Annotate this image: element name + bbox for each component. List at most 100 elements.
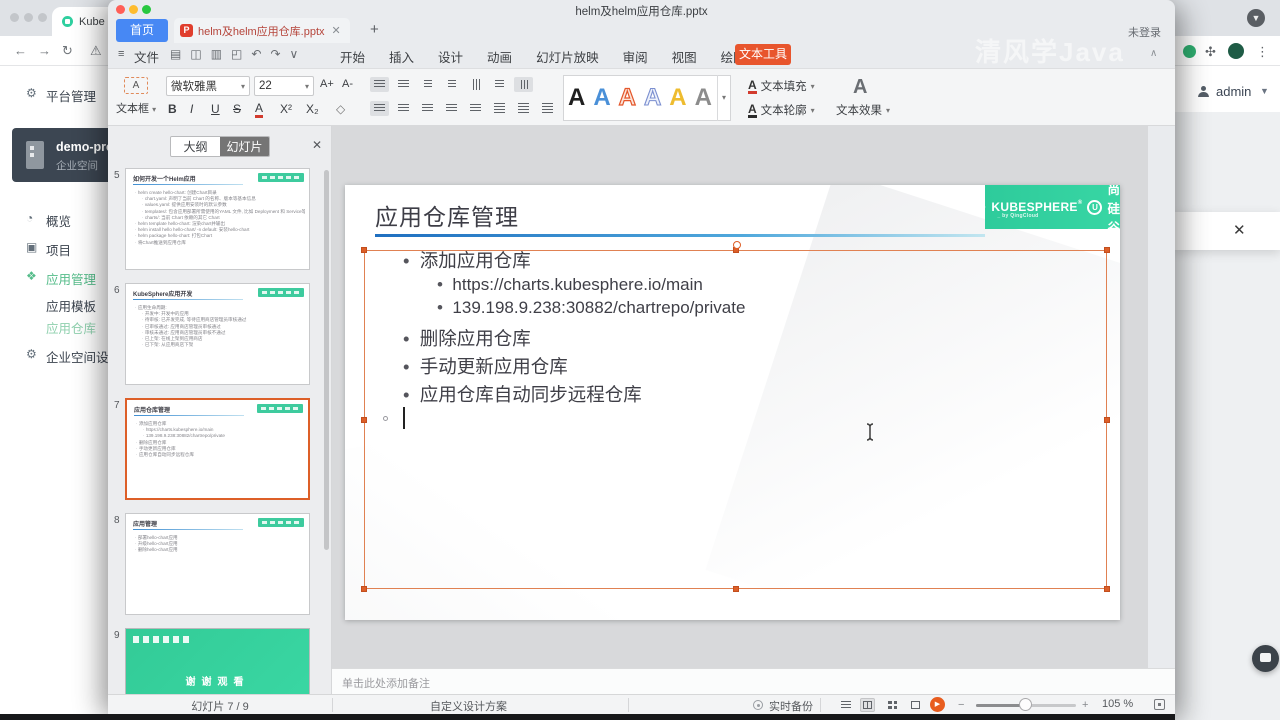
notes-bar[interactable]: 单击此处添加备注 [332,668,1175,694]
text-outline-button[interactable]: A 文本轮廓 ▾ [748,102,815,118]
paragraph-mark-button[interactable] [490,77,509,92]
slideshow-play-button[interactable]: ▶ [930,697,945,712]
slide-title[interactable]: 应用仓库管理 [375,198,519,232]
menu-file[interactable]: 文件 [134,47,159,66]
zoom-out-button[interactable]: − [958,699,964,711]
slide-thumbnail-8[interactable]: 应用管理 部署hello-chart应用 升级hello-chart应用 删除h… [125,513,310,615]
sidebar-item-app-repos[interactable]: 应用仓库 [46,318,96,337]
tab-insert[interactable]: 插入 [389,47,414,66]
back-icon[interactable]: ← [14,43,27,58]
style-option[interactable]: A [568,84,585,112]
font-size-select[interactable]: 22 ▾ [254,76,314,96]
reading-view-icon[interactable] [908,698,923,712]
sidebar-item-overview[interactable]: 概览 [46,211,71,230]
gallery-scroll[interactable]: ▾ [717,75,730,121]
style-option[interactable]: A [669,84,686,112]
superscript-button[interactable]: X² [280,102,292,116]
resize-handle[interactable] [1104,417,1110,423]
tab-slideshow[interactable]: 幻灯片放映 [536,47,599,66]
design-scheme-button[interactable]: 自定义设计方案 [430,698,507,714]
browser-menu-icon[interactable]: ⋮ [1256,44,1269,60]
slide-thumbnail-7-selected[interactable]: 应用仓库管理 添加应用仓库 https://charts.kubesphere.… [125,398,310,500]
panel-scrollbar[interactable] [324,170,329,550]
forward-icon[interactable]: → [38,43,51,58]
preview-icon[interactable]: ◰ [231,47,242,61]
bullet-list-button[interactable] [370,77,389,92]
space-after-button[interactable] [538,101,557,116]
save-icon[interactable]: ◫ [190,47,201,61]
space-before-button[interactable] [514,101,533,116]
font-color-button[interactable]: A [255,102,264,118]
style-option[interactable]: A [618,83,637,112]
resize-handle[interactable] [1104,247,1110,253]
subscript-button[interactable]: X₂ [306,102,319,116]
sidebar-item-projects[interactable]: 项目 [46,240,71,259]
selection-box[interactable] [361,241,1110,592]
outline-view-icon[interactable] [838,698,853,712]
decrease-indent-button[interactable] [418,77,437,92]
extension-icon[interactable]: ✣ [1205,44,1216,60]
increase-indent-button[interactable] [442,77,461,92]
style-option[interactable]: A [695,84,712,112]
text-style-gallery[interactable]: A A A A A A [563,75,731,121]
extension-icon[interactable] [1183,45,1196,58]
text-direction-button[interactable] [466,77,485,92]
tab-text-tools[interactable]: 文本工具 [735,44,791,65]
sidebar-item-app-management[interactable]: 应用管理 [46,269,96,288]
text-effects-button[interactable]: 文本效果 ▾ [836,102,890,118]
sidebar-item-platform[interactable]: 平台管理 [46,86,96,105]
resize-handle[interactable] [361,247,367,253]
slide-editor[interactable]: 应用仓库管理 KUBESPHERE® _ by QingCloud U 尚硅谷 … [345,185,1120,620]
underline-button[interactable]: U [211,102,220,116]
resize-handle[interactable] [361,586,367,592]
site-warning-icon[interactable]: ⚠ [90,43,102,59]
align-text-button[interactable] [514,77,533,92]
bold-button[interactable]: B [168,102,177,116]
resize-handle[interactable] [361,417,367,423]
realtime-backup-button[interactable]: 实时备份 [769,698,813,714]
collapse-ribbon-icon[interactable]: ∧ [1150,48,1157,59]
clear-format-icon[interactable]: ◇ [336,102,345,116]
style-option[interactable]: A [593,84,610,112]
browser-avatar[interactable] [1228,43,1244,59]
tab-outline[interactable]: 大纲 [171,137,220,156]
tab-design[interactable]: 设计 [438,47,463,66]
distribute-button[interactable] [466,101,485,116]
italic-button[interactable]: I [190,102,193,116]
align-center-button[interactable] [394,101,413,116]
sidebar-item-app-templates[interactable]: 应用模板 [46,296,96,315]
tab-document[interactable]: P helm及helm应用仓库.pptx ✕ [174,18,350,43]
strikethrough-button[interactable]: S [233,102,241,116]
tab-start[interactable]: 开始 [340,47,365,66]
open-icon[interactable]: ▤ [170,47,181,61]
grow-font-button[interactable]: A+ [320,78,334,90]
style-option[interactable]: A [643,83,661,112]
textbox-button[interactable]: 文本框 ▾ [116,100,156,116]
close-panel-icon[interactable]: ✕ [312,138,322,152]
print-icon[interactable]: ▥ [211,47,222,61]
line-spacing-button[interactable] [490,101,509,116]
align-right-button[interactable] [418,101,437,116]
assistant-fab[interactable] [1252,645,1279,672]
rotate-handle[interactable] [733,241,741,249]
font-name-select[interactable]: 微软雅黑 ▾ [166,76,250,96]
normal-view-icon[interactable] [860,698,875,712]
close-tab-icon[interactable]: ✕ [332,24,341,37]
slide-sorter-icon[interactable] [885,698,900,712]
tab-view[interactable]: 视图 [672,47,697,66]
reload-icon[interactable]: ↻ [62,43,73,59]
slide-thumbnail-5[interactable]: 如何开发一个Helm应用 helm create hello-chart: 创建… [125,168,310,270]
new-tab-button[interactable]: + [370,21,379,38]
tab-home[interactable]: 首页 [116,19,168,42]
redo-icon[interactable]: ↷ [270,47,280,61]
resize-handle[interactable] [733,586,739,592]
tab-slides[interactable]: 幻灯片 [220,137,269,156]
justify-button[interactable] [442,101,461,116]
numbered-list-button[interactable] [394,77,413,92]
zoom-slider-knob[interactable] [1019,698,1032,711]
resize-handle[interactable] [1104,586,1110,592]
tab-animation[interactable]: 动画 [487,47,512,66]
shrink-font-button[interactable]: A- [342,78,353,90]
zoom-level[interactable]: 105 % [1102,698,1133,710]
browser-profile-icon[interactable]: ▼ [1247,9,1265,27]
